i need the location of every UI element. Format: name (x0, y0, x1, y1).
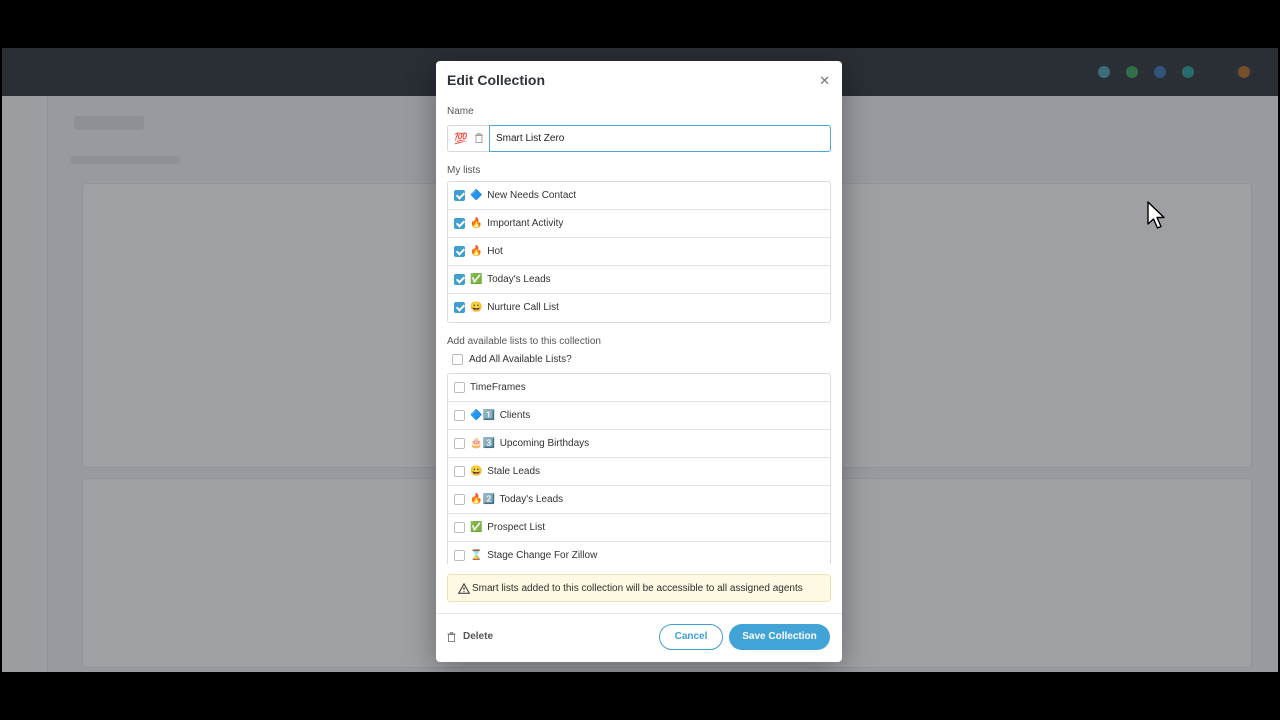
delete-label: Delete (463, 631, 494, 642)
available-list-item-text: 😀 Stale Leads (470, 466, 540, 477)
my-list-item[interactable]: 🔷 New Needs Contact (448, 182, 830, 210)
add-all-label: Add All Available Lists? (469, 354, 572, 365)
my-list-item-emoji: 🔷 (470, 190, 483, 201)
my-list-checkbox[interactable] (454, 190, 465, 201)
available-list-item[interactable]: ⌛ Stage Change For Zillow (448, 542, 830, 564)
available-lists-label: Add available lists to this collection (447, 336, 601, 347)
available-list-item-emoji: 😀 (470, 466, 483, 477)
my-list-item-label: Nurture Call List (487, 302, 559, 313)
available-list-item[interactable]: TimeFrames (448, 374, 830, 402)
available-list-checkbox[interactable] (454, 438, 465, 449)
my-list-item-text: 🔥 Important Activity (470, 218, 563, 229)
available-list-item-emoji: 🔷1️⃣ (470, 410, 495, 421)
my-list-item-text: 🔷 New Needs Contact (470, 190, 576, 201)
available-list-checkbox[interactable] (454, 382, 465, 393)
available-list-item-emoji: ⌛ (470, 550, 483, 561)
my-list-item-label: Today's Leads (487, 274, 551, 285)
available-list-item-label: Stale Leads (487, 466, 541, 477)
footer-divider (436, 613, 842, 614)
my-list-item-text: ✅ Today's Leads (470, 274, 551, 285)
my-list-checkbox[interactable] (454, 246, 465, 257)
available-list-item-label: Stage Change For Zillow (487, 550, 598, 561)
my-list-item-label: Hot (487, 246, 503, 257)
mouse-cursor-icon (1147, 201, 1165, 229)
available-list-item-text: 🎂3️⃣ Upcoming Birthdays (470, 438, 589, 449)
available-list-item-emoji: 🔥2️⃣ (470, 494, 495, 505)
available-list-checkbox[interactable] (454, 466, 465, 477)
available-list-item-label: TimeFrames (470, 382, 526, 393)
my-lists-label: My lists (447, 165, 481, 176)
available-list-item[interactable]: ✅ Prospect List (448, 514, 830, 542)
my-list-item[interactable]: 🔥 Important Activity (448, 210, 830, 238)
available-lists-box: TimeFrames 🔷1️⃣ Clients 🎂3️⃣ Upcoming Birt… (447, 373, 831, 564)
my-list-item-label: New Needs Contact (487, 190, 577, 201)
add-all-checkbox[interactable] (452, 354, 463, 365)
available-list-item[interactable]: 🔥2️⃣ Today's Leads (448, 486, 830, 514)
my-list-checkbox[interactable] (454, 302, 465, 313)
modal-title: Edit Collection (447, 72, 545, 88)
available-list-item[interactable]: 🎂3️⃣ Upcoming Birthdays (448, 430, 830, 458)
available-list-item-text: 🔥2️⃣ Today's Leads (470, 494, 563, 505)
available-list-item-text: ⌛ Stage Change For Zillow (470, 550, 597, 561)
available-list-checkbox[interactable] (454, 550, 465, 561)
my-list-item-text: 🔥 Hot (470, 246, 503, 257)
warning-text: Smart lists added to this collection wil… (472, 583, 803, 594)
my-list-checkbox[interactable] (454, 274, 465, 285)
available-list-item-label: Prospect List (487, 522, 546, 533)
warning-banner: Smart lists added to this collection wil… (447, 574, 831, 602)
close-icon[interactable]: ✕ (819, 73, 830, 89)
available-list-item-label: Upcoming Birthdays (499, 438, 590, 449)
my-list-item-label: Important Activity (487, 218, 564, 229)
trash-icon (447, 632, 456, 642)
my-lists-box: 🔷 New Needs Contact 🔥 Important Activity 🔥… (447, 181, 831, 323)
cancel-button[interactable]: Cancel (659, 624, 723, 650)
my-list-item-emoji: 😀 (470, 302, 483, 313)
my-list-checkbox[interactable] (454, 218, 465, 229)
available-list-item-text: ✅ Prospect List (470, 522, 545, 533)
my-list-item[interactable]: ✅ Today's Leads (448, 266, 830, 294)
my-list-item-emoji: 🔥 (470, 246, 483, 257)
available-list-item-emoji: 🎂3️⃣ (470, 438, 495, 449)
name-emoji: 💯 (454, 133, 468, 145)
available-list-item-text: 🔷1️⃣ Clients (470, 410, 530, 421)
warning-icon (458, 583, 470, 594)
my-list-item-text: 😀 Nurture Call List (470, 302, 559, 313)
my-list-item-emoji: ✅ (470, 274, 483, 285)
edit-collection-modal: Edit Collection ✕ Name 💯 My lists 🔷 New … (436, 61, 842, 662)
trash-icon[interactable] (475, 133, 483, 143)
collection-name-input[interactable] (489, 125, 831, 152)
name-row: 💯 (447, 125, 831, 152)
available-list-item-text: TimeFrames (470, 382, 526, 393)
available-list-checkbox[interactable] (454, 410, 465, 421)
my-list-item[interactable]: 😀 Nurture Call List (448, 294, 830, 322)
save-collection-button[interactable]: Save Collection (729, 624, 830, 650)
my-list-item[interactable]: 🔥 Hot (448, 238, 830, 266)
available-list-item-label: Today's Leads (499, 494, 564, 505)
available-list-item[interactable]: 😀 Stale Leads (448, 458, 830, 486)
available-list-item[interactable]: 🔷1️⃣ Clients (448, 402, 830, 430)
emoji-picker[interactable]: 💯 (447, 125, 489, 152)
delete-button[interactable]: Delete (447, 631, 493, 642)
available-list-checkbox[interactable] (454, 494, 465, 505)
available-list-item-emoji: ✅ (470, 522, 483, 533)
name-label: Name (447, 106, 474, 117)
available-list-checkbox[interactable] (454, 522, 465, 533)
my-list-item-emoji: 🔥 (470, 218, 483, 229)
available-list-item-label: Clients (499, 410, 531, 421)
